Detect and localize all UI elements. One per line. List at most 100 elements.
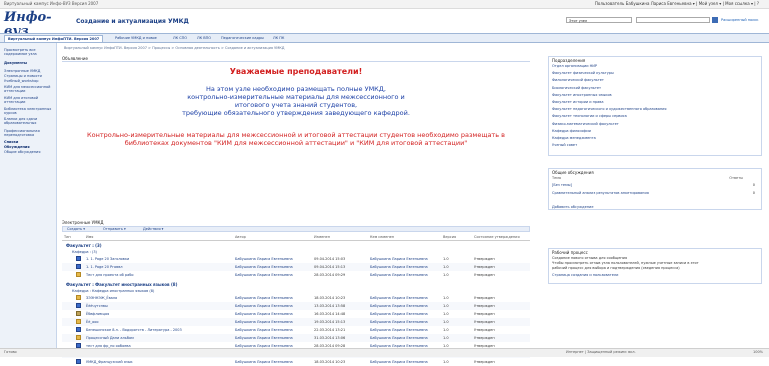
document-name[interactable]: Ёё_ооо bbox=[86, 320, 99, 324]
breadcrumb[interactable]: Виртуальный кампус ИнфоПТИ. Версия 2007 … bbox=[64, 46, 285, 50]
nav-link[interactable]: КИМ для итоговой аттестации bbox=[4, 96, 54, 104]
column-name[interactable]: Имя bbox=[86, 235, 93, 239]
document-name[interactable]: УМКД_Французский язык bbox=[86, 360, 133, 364]
file-doc-icon[interactable] bbox=[76, 359, 81, 364]
author-link[interactable]: Бабушкина Лариса Евгеньевна bbox=[235, 320, 293, 324]
editor-link[interactable]: Бабушкина Лариса Евгеньевна bbox=[370, 265, 428, 269]
library-title[interactable]: Электронные УМКД bbox=[62, 220, 104, 225]
add-discussion-link[interactable]: Добавить обсуждение bbox=[552, 205, 593, 209]
advanced-search-link[interactable]: Расширенный поиск bbox=[721, 18, 759, 22]
document-name[interactable]: Бенешинское 8.л. - Водоротств - Литерату… bbox=[86, 328, 182, 332]
discussions-title[interactable]: Общие обсуждения bbox=[552, 170, 594, 175]
editor-link[interactable]: Бабушкина Лариса Евгеньевна bbox=[370, 304, 428, 308]
editor-link[interactable]: Бабушкина Лариса Евгеньевна bbox=[370, 328, 428, 332]
table-row[interactable]: Процессный Дани альбом Бабушкина Лариса Е… bbox=[62, 334, 530, 342]
nav-link[interactable]: Общие обсуждения bbox=[4, 150, 54, 154]
nav-link[interactable]: Страницы и новости bbox=[4, 74, 54, 78]
nav-section-heading[interactable]: Списки bbox=[4, 140, 54, 144]
author-link[interactable]: Бабушкина Лариса Евгеньевна bbox=[235, 312, 293, 316]
division-link[interactable]: Кафедра менеджмента bbox=[552, 136, 596, 140]
actions-menu[interactable]: Действия ▾ bbox=[143, 227, 163, 232]
document-name[interactable]: 1. 1. Page 20 Заголовки bbox=[86, 257, 129, 261]
file-doc-icon[interactable] bbox=[76, 264, 81, 269]
nav-link[interactable]: КИМ для межсессионной аттестации bbox=[4, 85, 54, 93]
table-row[interactable]: 1. 1. Page 20 Заголовки Бабушкина Лариса … bbox=[62, 255, 530, 263]
author-link[interactable]: Бабушкина Лариса Евгеньевна bbox=[235, 304, 293, 308]
document-name[interactable]: Ёбвфлимцоя bbox=[86, 312, 109, 316]
editor-link[interactable]: Бабушкина Лариса Евгеньевна bbox=[370, 360, 428, 364]
document-name[interactable]: 1. 1. Page 20 Рговвл bbox=[86, 265, 123, 269]
document-name[interactable]: Тест для проекта об рабо bbox=[86, 273, 134, 277]
subgroup-header[interactable]: Кафедра : (3) bbox=[72, 250, 97, 254]
table-row[interactable]: ЗЭЭННЭЖ_Ёвала Бабушкина Лариса Евгеньевна… bbox=[62, 294, 530, 302]
document-name[interactable]: Ёёёчутснвы bbox=[86, 304, 108, 308]
new-menu[interactable]: Создать ▾ bbox=[67, 227, 85, 232]
column-modified-by[interactable]: Кем изменен bbox=[370, 235, 394, 239]
nav-link[interactable]: Электронные УМКД bbox=[4, 69, 54, 73]
group-header[interactable]: Факультет : (3) bbox=[66, 243, 102, 248]
table-row[interactable]: Тест для проекта об рабо Бабушкина Лариса… bbox=[62, 271, 530, 279]
nav-link[interactable]: Просмотреть все содержимое узла bbox=[4, 48, 54, 56]
author-link[interactable]: Бабушкина Лариса Евгеньевна bbox=[235, 265, 293, 269]
table-row[interactable]: Ёё_ооо Бабушкина Лариса Евгеньевна 19.03.2… bbox=[62, 318, 530, 326]
tab-lk-pk[interactable]: ЛК ПК bbox=[270, 35, 287, 41]
discussion-topic[interactable]: [Без темы] bbox=[552, 183, 572, 187]
tab-staff[interactable]: Педагогические кадры bbox=[218, 35, 267, 41]
group-header[interactable]: Факультет : Факультет иностранных языков… bbox=[66, 282, 177, 287]
file-folder-icon[interactable] bbox=[76, 335, 81, 340]
division-link[interactable]: Кафедра философии bbox=[552, 129, 591, 133]
file-folder-icon[interactable] bbox=[76, 319, 81, 324]
search-input[interactable] bbox=[636, 17, 710, 23]
file-folder-icon[interactable] bbox=[76, 272, 81, 277]
column-type[interactable]: Тип bbox=[64, 235, 71, 239]
nav-section-heading[interactable]: Документы bbox=[4, 61, 54, 65]
file-doc-icon[interactable] bbox=[76, 327, 81, 332]
division-link[interactable]: Факультет физической культуры bbox=[552, 71, 614, 75]
site-logo[interactable]: Инфо-вуз система управления вузом bbox=[4, 11, 66, 44]
tab-lk-vpo[interactable]: ЛК ВПО bbox=[194, 35, 214, 41]
division-link[interactable]: Ученый совет bbox=[552, 143, 577, 147]
column-author[interactable]: Автор bbox=[235, 235, 246, 239]
file-doc-icon[interactable] bbox=[76, 256, 81, 261]
user-menu[interactable]: Пользователь Бабушкина Лариса Евгеньевна… bbox=[595, 1, 759, 6]
zoom-level[interactable]: 100% bbox=[753, 350, 763, 354]
table-row[interactable]: Ёёёчутснвы Бабушкина Лариса Евгеньевна 13.… bbox=[62, 302, 530, 310]
author-link[interactable]: Бабушкина Лариса Евгеньевна bbox=[235, 257, 293, 261]
tab-umkd[interactable]: Рабочие УМКД и новое bbox=[112, 35, 160, 41]
subgroup-header[interactable]: Кафедра : Кафедра иностранных языков (8) bbox=[72, 289, 154, 293]
search-icon[interactable] bbox=[712, 17, 718, 23]
editor-link[interactable]: Бабушкина Лариса Евгеньевна bbox=[370, 296, 428, 300]
discussion-topic[interactable]: Сравнительный анализ результатов анкетир… bbox=[552, 191, 649, 195]
column-modified[interactable]: Изменен bbox=[314, 235, 330, 239]
nav-link[interactable]: Профессиональная переподготовка bbox=[4, 129, 54, 137]
upload-menu[interactable]: Отправить ▾ bbox=[103, 227, 126, 232]
file-doc-icon[interactable] bbox=[76, 303, 81, 308]
table-row[interactable]: Бенешинское 8.л. - Водоротств - Литерату… bbox=[62, 326, 530, 334]
editor-link[interactable]: Бабушкина Лариса Евгеньевна bbox=[370, 273, 428, 277]
division-link[interactable]: Факультет технологии и сферы сервиса bbox=[552, 114, 627, 118]
nav-link[interactable]: Библиотека электронных курсов bbox=[4, 107, 54, 115]
author-link[interactable]: Бабушкина Лариса Евгеньевна bbox=[235, 360, 293, 364]
author-link[interactable]: Бабушкина Лариса Евгеньевна bbox=[235, 296, 293, 300]
tab-home[interactable]: Виртуальный кампус ИнфоПТИ. Версия 2007 bbox=[4, 35, 104, 42]
table-row[interactable]: Ёбвфлимцоя Бабушкина Лариса Евгеньевна 16.… bbox=[62, 310, 530, 318]
column-approval[interactable]: Состояние утверждения bbox=[474, 235, 520, 239]
division-link[interactable]: Факультет иностранных языков bbox=[552, 93, 612, 97]
author-link[interactable]: Бабушкина Лариса Евгеньевна bbox=[235, 328, 293, 332]
search-scope-select[interactable]: Этот узел bbox=[566, 17, 632, 23]
document-name[interactable]: Процессный Дани альбом bbox=[86, 336, 134, 340]
table-row[interactable]: УМКД_Французский язык Бабушкина Лариса Ев… bbox=[62, 358, 530, 366]
table-row[interactable]: 1. 1. Page 20 Рговвл Бабушкина Лариса Евг… bbox=[62, 263, 530, 271]
nav-link[interactable]: Учебный_workshop bbox=[4, 79, 54, 83]
column-version[interactable]: Версия bbox=[443, 235, 456, 239]
editor-link[interactable]: Бабушкина Лариса Евгеньевна bbox=[370, 320, 428, 324]
document-name[interactable]: ЗЭЭННЭЖ_Ёвала bbox=[86, 296, 117, 300]
file-folder-icon[interactable] bbox=[76, 295, 81, 300]
nav-section-heading[interactable]: Обсуждения bbox=[4, 145, 54, 149]
editor-link[interactable]: Бабушкина Лариса Евгеньевна bbox=[370, 312, 428, 316]
tab-lk-spo[interactable]: ЛК СПО bbox=[170, 35, 190, 41]
workflow-link[interactable]: Страница создания и пользователи bbox=[552, 273, 618, 277]
division-link[interactable]: Факультет истории и права bbox=[552, 100, 604, 104]
nav-link[interactable]: Бланки для сдачи образовательных bbox=[4, 117, 54, 125]
division-link[interactable]: Отдел организации НИР bbox=[552, 64, 597, 68]
